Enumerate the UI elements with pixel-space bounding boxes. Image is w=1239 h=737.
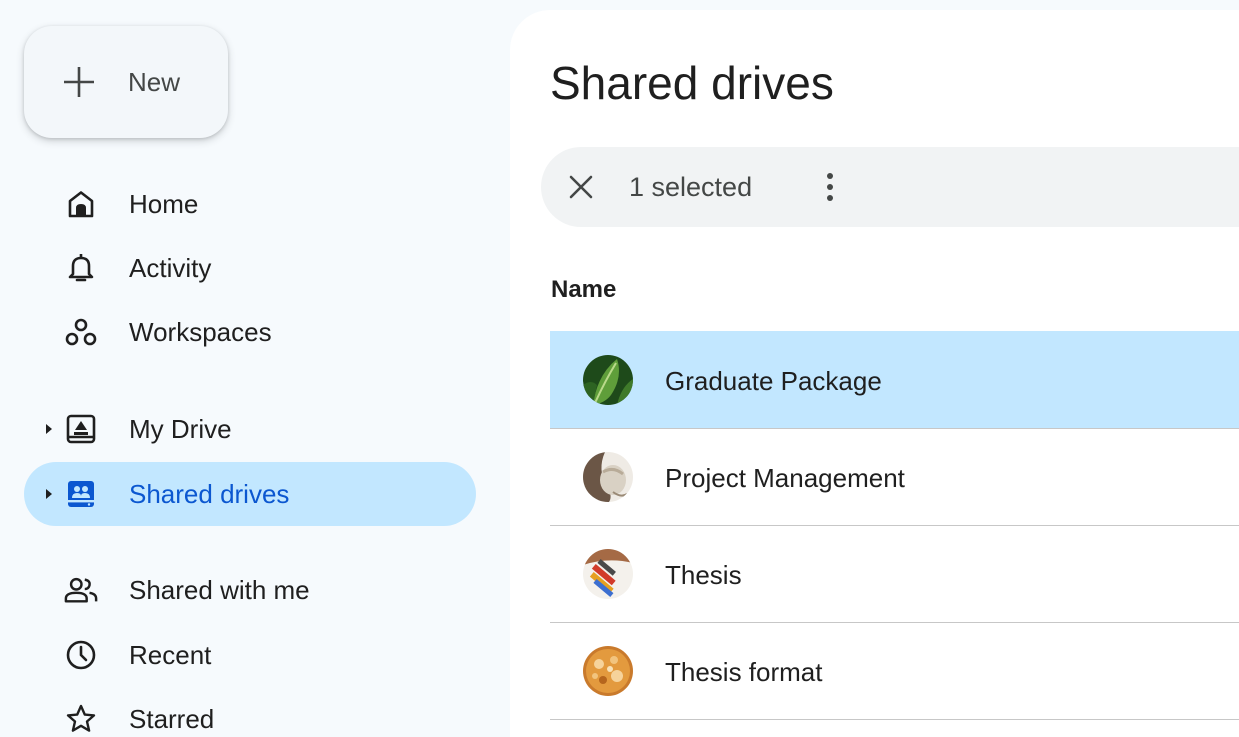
column-header-name[interactable]: Name [551, 276, 616, 304]
sidebar-item-home[interactable]: Home [24, 172, 476, 236]
main-panel: Shared drives 1 selected Name Graduate P… [510, 10, 1239, 737]
new-button-label: New [128, 66, 181, 97]
new-button[interactable]: New [24, 26, 228, 138]
sidebar-item-label: Recent [129, 639, 212, 670]
sidebar: New Home Activity Workspaces My Drive Sh… [0, 0, 510, 737]
page-title: Shared drives [550, 57, 834, 109]
bell-icon [64, 251, 98, 285]
sidebar-item-label: Home [129, 188, 199, 219]
drive-name: Graduate Package [665, 366, 882, 396]
selection-count: 1 selected [629, 172, 753, 202]
drive-icon [64, 412, 98, 446]
drive-name: Project Management [665, 463, 905, 493]
drive-app: New Home Activity Workspaces My Drive Sh… [0, 0, 1239, 737]
shared-drives-icon [64, 477, 98, 511]
sidebar-item-recent[interactable]: Recent [24, 623, 476, 687]
bowl-thumbnail [583, 452, 633, 502]
sidebar-item-starred[interactable]: Starred [24, 687, 476, 737]
sidebar-item-workspaces[interactable]: Workspaces [24, 300, 476, 364]
sidebar-item-label: Workspaces [129, 316, 272, 347]
shared-drives-list: Graduate Package Project Management Thes… [550, 331, 1239, 720]
table-row[interactable]: Thesis format [550, 622, 1239, 720]
sidebar-item-activity[interactable]: Activity [24, 236, 476, 300]
sidebar-item-label: Starred [129, 703, 215, 734]
table-row[interactable]: Thesis [550, 525, 1239, 622]
sidebar-item-shared-drives[interactable]: Shared drives [24, 462, 476, 526]
sidebar-item-label: Shared drives [129, 478, 290, 509]
close-icon[interactable] [567, 173, 595, 201]
sidebar-item-shared-with-me[interactable]: Shared with me [24, 558, 476, 622]
sidebar-item-my-drive[interactable]: My Drive [24, 397, 476, 461]
people-icon [64, 573, 98, 607]
drive-name: Thesis format [665, 657, 823, 687]
table-row[interactable]: Graduate Package [550, 331, 1239, 428]
home-icon [64, 187, 98, 221]
plus-icon [64, 67, 94, 97]
pencils-thumbnail [583, 549, 633, 599]
sidebar-item-label: Activity [129, 252, 212, 283]
more-vert-icon[interactable] [815, 171, 845, 203]
workspaces-icon [64, 315, 98, 349]
expand-arrow-icon[interactable] [44, 488, 54, 500]
clock-icon [64, 638, 98, 672]
leaf-thumbnail [583, 355, 633, 405]
selection-toolbar: 1 selected [541, 147, 1239, 227]
star-icon [64, 702, 98, 736]
table-row[interactable]: Project Management [550, 428, 1239, 525]
drive-name: Thesis [665, 560, 742, 590]
sidebar-item-label: My Drive [129, 413, 232, 444]
expand-arrow-icon[interactable] [44, 423, 54, 435]
bread-thumbnail [583, 646, 633, 696]
sidebar-item-label: Shared with me [129, 574, 310, 605]
